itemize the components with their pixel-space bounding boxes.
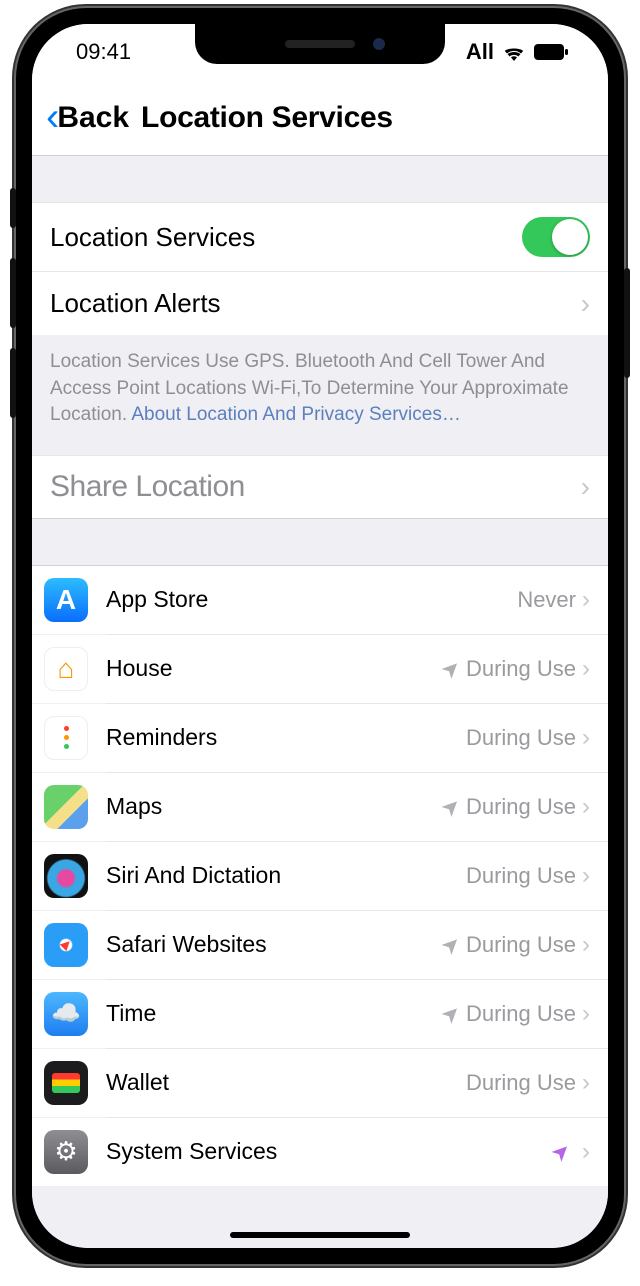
app-row[interactable]: Maps ➤During Use›	[32, 773, 608, 841]
location-arrow-icon: ➤	[435, 998, 466, 1029]
row-label: Share Location	[50, 470, 245, 504]
app-name: App Store	[106, 586, 208, 613]
app-name: Reminders	[106, 724, 217, 751]
nav-bar: ‹ Back Location Services	[32, 80, 608, 156]
app-name: House	[106, 655, 172, 682]
location-arrow-icon: ➤	[435, 653, 466, 684]
app-icon	[44, 716, 88, 760]
app-icon: ⌂	[44, 647, 88, 691]
chevron-right-icon: ›	[582, 1069, 590, 1097]
app-permission-status: During Use	[466, 794, 576, 820]
chevron-right-icon: ›	[582, 655, 590, 683]
row-label: Location Alerts	[50, 288, 221, 319]
location-services-toggle[interactable]	[522, 217, 590, 257]
app-permission-status: During Use	[466, 656, 576, 682]
chevron-right-icon: ›	[582, 931, 590, 959]
app-row[interactable]: ☁️ Time ➤During Use›	[32, 980, 608, 1048]
chevron-right-icon: ›	[582, 724, 590, 752]
location-arrow-icon: ➤	[435, 929, 466, 960]
chevron-right-icon: ›	[582, 1138, 590, 1166]
battery-icon	[534, 44, 568, 60]
page-title: Location Services	[141, 101, 393, 135]
chevron-right-icon: ›	[582, 586, 590, 614]
app-permission-status: During Use	[466, 1070, 576, 1096]
app-icon: ☁️	[44, 992, 88, 1036]
app-permission-status: Never	[517, 587, 576, 613]
app-permission-status: During Use	[466, 1001, 576, 1027]
app-icon: ▲	[44, 923, 88, 967]
wifi-icon	[502, 43, 526, 61]
row-share-location[interactable]: Share Location ›	[32, 455, 608, 519]
app-row[interactable]: ⚙︎ System Services ➤›	[32, 1118, 608, 1186]
app-row[interactable]: ▲ Safari Websites ➤During Use›	[32, 911, 608, 979]
app-icon: A	[44, 578, 88, 622]
chevron-right-icon: ›	[582, 793, 590, 821]
app-row[interactable]: ⌂ House ➤During Use›	[32, 635, 608, 703]
location-arrow-icon: ➤	[435, 791, 466, 822]
app-row[interactable]: A App Store Never›	[32, 566, 608, 634]
app-permission-status: During Use	[466, 932, 576, 958]
app-icon	[44, 785, 88, 829]
location-arrow-icon: ➤	[545, 1136, 576, 1167]
device-frame: 09:41 All ‹ Back Location Services Locat…	[16, 8, 624, 1264]
app-icon: ⚙︎	[44, 1130, 88, 1174]
app-icon	[44, 854, 88, 898]
app-name: Siri And Dictation	[106, 862, 281, 889]
chevron-right-icon: ›	[582, 1000, 590, 1028]
back-button[interactable]: Back	[57, 101, 129, 135]
notch	[195, 24, 445, 64]
app-row[interactable]: Wallet During Use›	[32, 1049, 608, 1117]
home-indicator[interactable]	[230, 1232, 410, 1238]
app-name: Maps	[106, 793, 162, 820]
row-location-services[interactable]: Location Services	[32, 202, 608, 271]
chevron-right-icon: ›	[581, 288, 590, 320]
screen: 09:41 All ‹ Back Location Services Locat…	[32, 24, 608, 1248]
app-icon	[44, 1061, 88, 1105]
app-name: Safari Websites	[106, 931, 267, 958]
app-permission-status: During Use	[466, 863, 576, 889]
chevron-right-icon: ›	[581, 471, 590, 503]
footer-link[interactable]: About Location And Privacy Services…	[131, 404, 461, 425]
app-row[interactable]: Reminders During Use›	[32, 704, 608, 772]
status-time: 09:41	[76, 39, 131, 65]
app-row[interactable]: Siri And Dictation During Use›	[32, 842, 608, 910]
content[interactable]: Location Services Location Alerts › Loca…	[32, 156, 608, 1248]
footer-text: Location Services Use GPS. Bluetooth And…	[32, 335, 608, 455]
chevron-right-icon: ›	[582, 862, 590, 890]
row-location-alerts[interactable]: Location Alerts ›	[32, 271, 608, 335]
app-name: System Services	[106, 1138, 277, 1165]
app-name: Wallet	[106, 1069, 169, 1096]
row-label: Location Services	[50, 222, 255, 253]
status-carrier: All	[466, 39, 494, 65]
app-name: Time	[106, 1000, 156, 1027]
app-list: AApp StoreNever›⌂House➤During Use›Remind…	[32, 565, 608, 1186]
app-permission-status: During Use	[466, 725, 576, 751]
